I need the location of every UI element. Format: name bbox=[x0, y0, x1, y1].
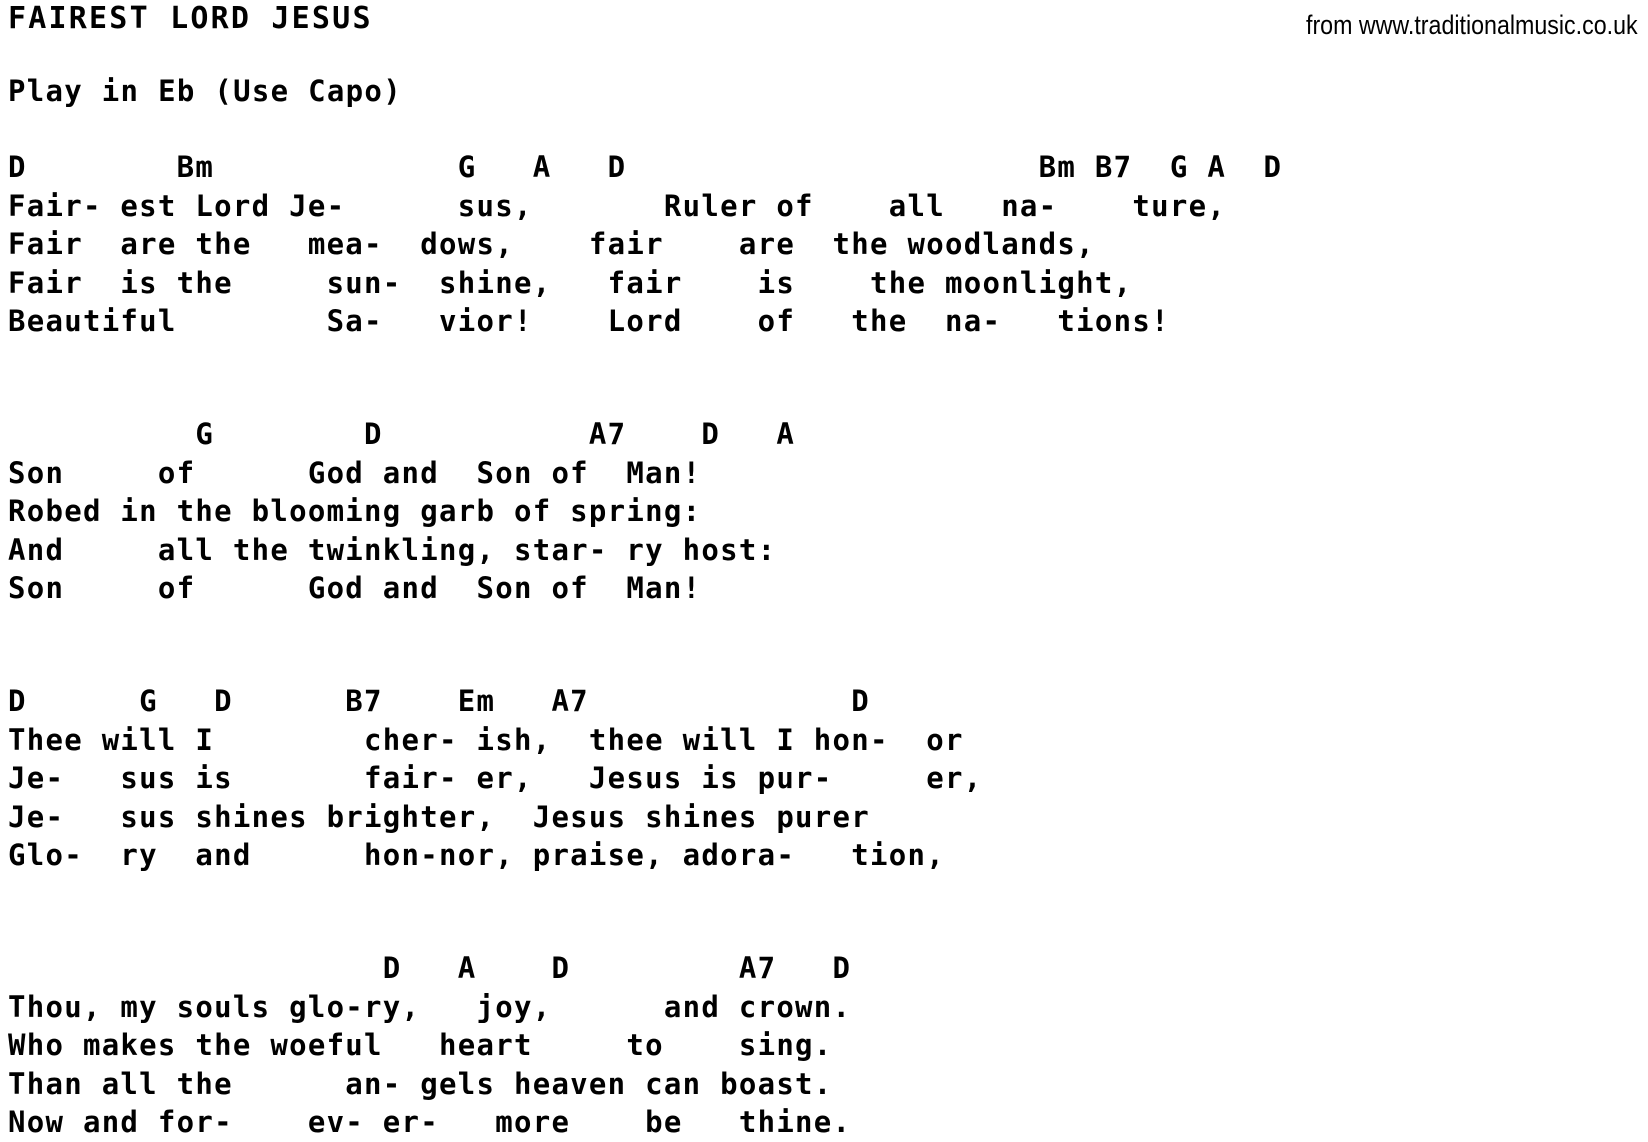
lyric-line: Fair are the mea- dows, fair are the woo… bbox=[8, 227, 1095, 261]
lyric-line: Fair- est Lord Je- sus, Ruler of all na-… bbox=[8, 188, 1227, 223]
lyric-line: Who makes the woeful heart to sing. bbox=[8, 1028, 833, 1062]
page-header: FAIREST LORD JESUS from www.traditionalm… bbox=[0, 0, 1648, 60]
stanza-3: D G D B7 Em A7 D Thee will I cher- ish, t… bbox=[8, 644, 1648, 875]
chord-line: D Bm G A D Bm B7 G A D bbox=[8, 150, 1283, 184]
stanza-2: G D A7 D A Son of God and Son of Man! Robe… bbox=[8, 377, 1648, 608]
page-title: FAIREST LORD JESUS bbox=[8, 1, 373, 36]
stanza-4: D A D A7 D Thou, my souls glo-ry, joy, an… bbox=[8, 911, 1648, 1142]
lyric-line: Now and for- ev- er- more be thine. bbox=[8, 1105, 852, 1139]
lyric-line: Than all the an- gels heaven can boast. bbox=[8, 1066, 833, 1101]
lyric-line: Je- sus shines brighter, Jesus shines pu… bbox=[8, 799, 871, 834]
lyric-line: Son of God and Son of Man! bbox=[8, 455, 702, 490]
play-instruction: Play in Eb (Use Capo) bbox=[8, 74, 402, 108]
lyric-line: Robed in the blooming garb of spring: bbox=[8, 494, 702, 528]
chord-line: D A D A7 D bbox=[8, 951, 852, 985]
stanza-1: D Bm G A D Bm B7 G A D Fair- est Lord Je-… bbox=[8, 148, 1648, 341]
source-credit: from www.traditionalmusic.co.uk bbox=[1306, 10, 1638, 40]
chord-sheet-page: FAIREST LORD JESUS from www.traditionalm… bbox=[0, 0, 1648, 1139]
chord-line: D G D B7 Em A7 D bbox=[8, 684, 871, 718]
lyric-line: Son of God and Son of Man! bbox=[8, 571, 702, 605]
stanza-container: D Bm G A D Bm B7 G A D Fair- est Lord Je-… bbox=[8, 148, 1648, 1142]
chord-line: G D A7 D A bbox=[8, 417, 796, 451]
lyric-line: Glo- ry and hon-nor, praise, adora- tion… bbox=[8, 838, 945, 872]
lyric-line: Je- sus is fair- er, Jesus is pur- er, bbox=[8, 761, 983, 795]
lyric-line: And all the twinkling, star- ry host: bbox=[8, 532, 777, 567]
lyric-line: Fair is the sun- shine, fair is the moon… bbox=[8, 265, 1133, 300]
lyric-line: Thee will I cher- ish, thee will I hon- … bbox=[8, 722, 964, 757]
lyric-line: Thou, my souls glo-ry, joy, and crown. bbox=[8, 989, 852, 1024]
lyric-line: Beautiful Sa- vior! Lord of the na- tion… bbox=[8, 304, 1170, 338]
